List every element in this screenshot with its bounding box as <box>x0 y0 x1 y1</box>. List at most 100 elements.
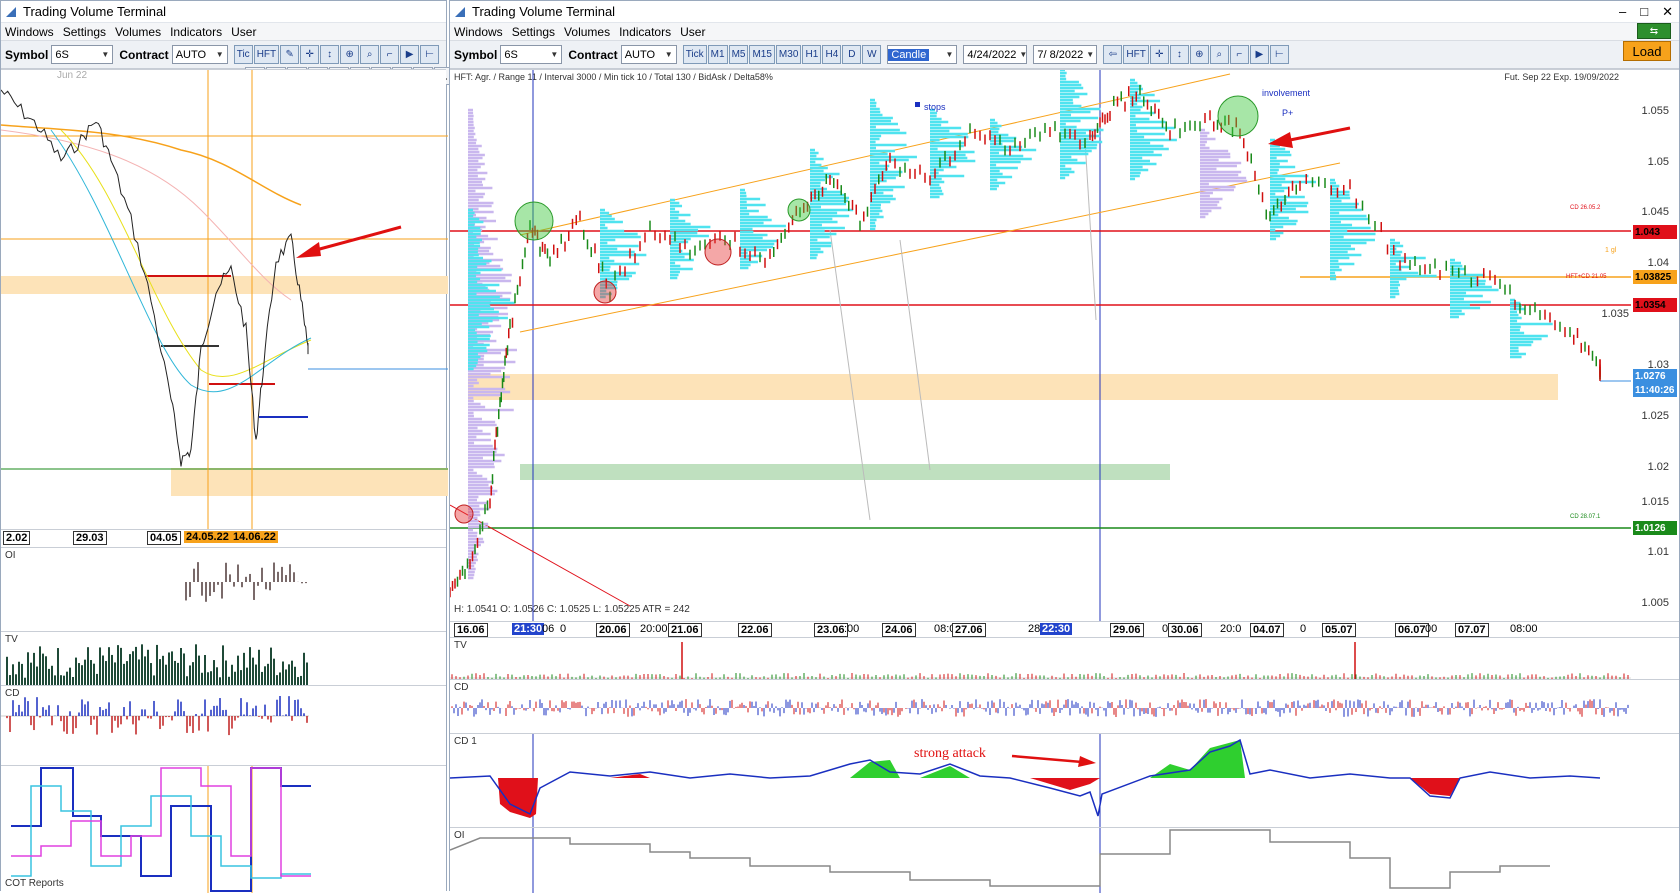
left-cot-canvas <box>11 766 311 893</box>
right-symbol-select[interactable]: 6S ▼ <box>500 45 563 64</box>
sell-signal-marker[interactable] <box>454 504 474 524</box>
left-menu-bar: Windows Settings Volumes Indicators User <box>1 23 446 41</box>
left-window-title: Trading Volume Terminal <box>23 4 167 19</box>
back-arrow-icon[interactable]: ⇦ <box>1103 45 1123 64</box>
timeframe-m5[interactable]: M5 <box>728 45 749 64</box>
ruler-icon[interactable]: ⊢ <box>1269 45 1289 64</box>
left-x-label: 29.03 <box>73 531 107 545</box>
left-contract-select[interactable]: AUTO ▼ <box>171 45 228 64</box>
right-x-label: 30.06 <box>1168 623 1202 637</box>
date-from-picker[interactable]: 4/24/2022 ▼ <box>963 45 1028 64</box>
left-x-label: 24.05.22 <box>184 531 231 543</box>
y-tick: 1.025 <box>1641 410 1669 422</box>
zoom-icon[interactable]: ⌕ <box>1209 45 1229 64</box>
right-x-label: 06 <box>542 623 555 635</box>
price-label-10354: 1.0354 <box>1633 298 1677 312</box>
vertical-scale-icon[interactable]: ↕ <box>1169 45 1189 64</box>
right-menu-user[interactable]: User <box>680 25 705 39</box>
date-to-value: 7/ 8/2022 <box>1037 48 1084 61</box>
sell-signal-marker[interactable] <box>704 238 732 266</box>
left-menu-volumes[interactable]: Volumes <box>115 25 161 39</box>
right-x-label: 06.07 <box>1395 623 1429 637</box>
right-x-label: :00 <box>844 623 860 635</box>
right-x-label: 20.06 <box>596 623 630 637</box>
close-icon[interactable]: ✕ <box>1662 4 1673 20</box>
right-cd-canvas <box>451 699 1629 717</box>
buy-signal-marker[interactable] <box>514 201 554 241</box>
chart-type-value: Candle <box>888 48 930 61</box>
y-tick: 1.055 <box>1641 105 1669 117</box>
pen-icon[interactable]: ✎ <box>280 45 300 64</box>
right-menu-settings[interactable]: Settings <box>512 25 555 39</box>
right-x-label: 20:00 <box>640 623 668 635</box>
projection-line <box>1084 139 1097 321</box>
play-icon[interactable]: ▶ <box>400 45 420 64</box>
buy-signal-marker[interactable] <box>787 198 811 222</box>
price-series <box>450 84 1601 598</box>
left-x-label: 2.02 <box>3 531 31 545</box>
timeframe-m1[interactable]: M1 <box>707 45 728 64</box>
right-x-label: 0 <box>560 623 567 635</box>
vertical-scale-icon[interactable]: ↕ <box>320 45 340 64</box>
right-oi-panel: OI <box>450 827 1679 893</box>
left-tick-button[interactable]: Tic <box>233 45 253 64</box>
left-symbol-select[interactable]: 6S ▼ <box>51 45 114 64</box>
maximize-icon[interactable]: □ <box>1640 4 1648 20</box>
crosshair-icon[interactable]: ✛ <box>1149 45 1169 64</box>
zoom-icon[interactable]: ⌕ <box>360 45 380 64</box>
brush-icon[interactable]: ⌐ <box>380 45 400 64</box>
right-menu-windows[interactable]: Windows <box>454 25 503 39</box>
date-from-value: 4/24/2022 <box>967 48 1017 61</box>
left-menu-indicators[interactable]: Indicators <box>170 25 222 39</box>
left-price-chart[interactable]: Jun 22 <box>1 69 448 530</box>
minimize-icon[interactable]: – <box>1619 4 1626 20</box>
right-contract-select[interactable]: AUTO ▼ <box>620 45 677 64</box>
app-icon <box>455 6 465 17</box>
right-menu-volumes[interactable]: Volumes <box>564 25 610 39</box>
left-menu-user[interactable]: User <box>231 25 256 39</box>
right-hft-button[interactable]: HFT <box>1123 45 1149 64</box>
right-x-label: 04.07 <box>1250 623 1284 637</box>
chevron-down-icon: ▼ <box>1019 50 1028 59</box>
right-contract-value: AUTO <box>624 48 656 61</box>
right-x-label: 00 <box>1425 623 1438 635</box>
chevron-down-icon: ▼ <box>1086 50 1095 59</box>
right-x-label: 23.06 <box>814 623 848 637</box>
app-icon <box>6 6 16 17</box>
brush-icon[interactable]: ⌐ <box>1229 45 1249 64</box>
cd-level-label: CD 28.07.1 <box>1570 514 1601 520</box>
right-x-label: 27.06 <box>952 623 986 637</box>
timeframe-h4[interactable]: H4 <box>822 45 842 64</box>
fit-icon[interactable]: ⊕ <box>1189 45 1209 64</box>
left-cd-canvas <box>1 696 309 736</box>
left-tv-canvas <box>6 644 308 686</box>
fit-icon[interactable]: ⊕ <box>340 45 360 64</box>
timeframe-h1[interactable]: H1 <box>802 45 822 64</box>
timeframe-d[interactable]: D <box>842 45 862 64</box>
chart-type-select[interactable]: Candle ▼ <box>887 45 958 64</box>
left-cd-panel: CD <box>1 685 446 765</box>
date-to-picker[interactable]: 7/ 8/2022 ▼ <box>1033 45 1098 64</box>
right-menu-indicators[interactable]: Indicators <box>619 25 671 39</box>
sell-signal-marker[interactable] <box>593 280 617 304</box>
chevron-down-icon: ▼ <box>550 50 559 59</box>
timeframe-m30[interactable]: M30 <box>775 45 802 64</box>
y-tick: 1.04 <box>1647 257 1669 269</box>
buy-signal-marker[interactable] <box>1217 95 1259 137</box>
y-tick: 1.035 <box>1601 308 1629 320</box>
right-price-chart[interactable]: HFT: Agr. / Range 11 / Interval 3000 / M… <box>450 69 1679 622</box>
left-menu-windows[interactable]: Windows <box>5 25 54 39</box>
right-x-label: 05.07 <box>1322 623 1356 637</box>
left-menu-settings[interactable]: Settings <box>63 25 106 39</box>
crosshair-icon[interactable]: ✛ <box>300 45 320 64</box>
ruler-icon[interactable]: ⊢ <box>420 45 440 64</box>
left-contract-label: Contract <box>119 47 169 62</box>
timeframe-w[interactable]: W <box>862 45 882 64</box>
timeframe-m15[interactable]: M15 <box>749 45 775 64</box>
load-button[interactable]: Load <box>1623 41 1671 61</box>
play-icon[interactable]: ▶ <box>1249 45 1269 64</box>
left-hft-button[interactable]: HFT <box>253 45 280 64</box>
right-toolbar: Symbol 6S ▼ Contract AUTO ▼ Tick M1 M5 M15… <box>450 41 1679 69</box>
connect-icon[interactable]: ⇆ <box>1637 23 1671 39</box>
timeframe-tick[interactable]: Tick <box>682 45 707 64</box>
